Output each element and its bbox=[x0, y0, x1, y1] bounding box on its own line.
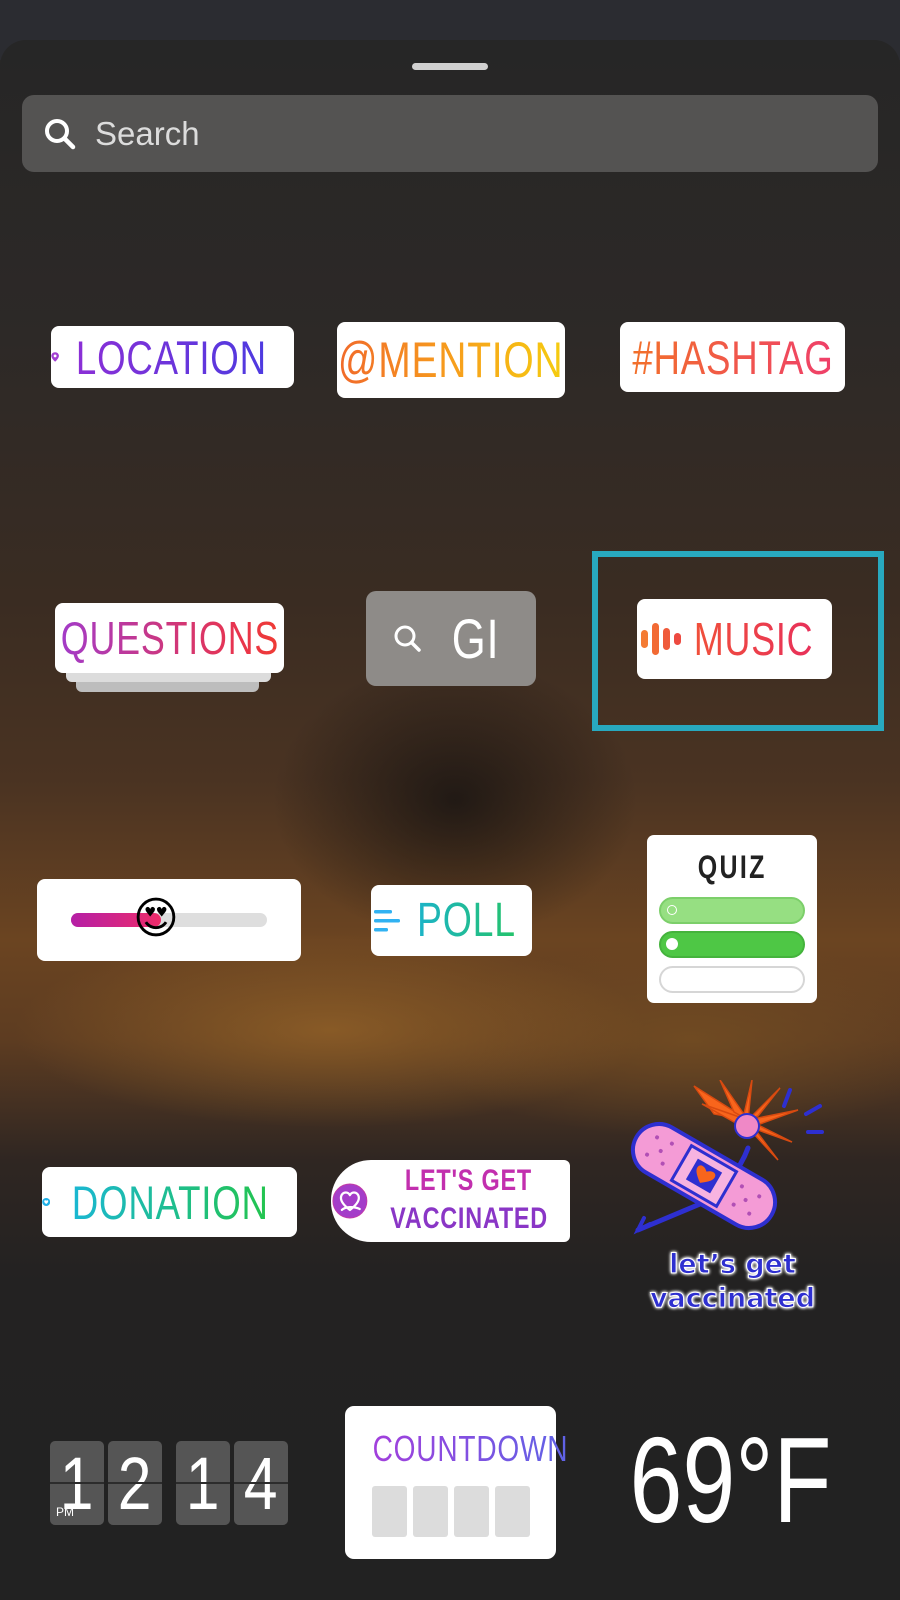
quiz-sticker[interactable]: QUIZ bbox=[647, 835, 817, 1003]
donation-label: DONATION bbox=[72, 1175, 270, 1229]
slider-emoji[interactable]: 😍 bbox=[133, 891, 179, 947]
clock-digit: 1 PM bbox=[50, 1441, 104, 1525]
vaccinated-art-sticker[interactable]: let’s get vaccinated bbox=[630, 1080, 835, 1315]
questions-sticker[interactable]: QUESTIONS bbox=[55, 603, 284, 673]
poll-sticker[interactable]: POLL bbox=[371, 885, 532, 956]
countdown-box bbox=[372, 1486, 407, 1537]
clock-digit: 1 bbox=[176, 1441, 230, 1525]
lets-get-vaccinated-sticker[interactable]: LET'S GET VACCINATED bbox=[331, 1160, 570, 1242]
donation-sticker[interactable]: DONATION bbox=[42, 1167, 297, 1237]
countdown-sticker[interactable]: COUNTDOWN bbox=[345, 1406, 568, 1559]
countdown-box bbox=[495, 1486, 530, 1537]
search-input[interactable] bbox=[93, 113, 857, 154]
mention-sticker[interactable]: @MENTION bbox=[337, 322, 565, 398]
music-sticker[interactable]: MUSIC bbox=[637, 599, 832, 679]
music-label: MUSIC bbox=[693, 613, 814, 665]
heart-icon bbox=[42, 1198, 51, 1206]
gif-label: GI bbox=[451, 607, 500, 670]
gif-sticker[interactable]: GI bbox=[366, 591, 536, 686]
search-bar[interactable] bbox=[22, 95, 878, 172]
temperature-sticker[interactable]: 69°F bbox=[610, 1412, 850, 1548]
quiz-option bbox=[659, 931, 805, 958]
temperature-label: 69°F bbox=[628, 1412, 832, 1548]
vaccinated-art-text: let’s get vaccinated bbox=[649, 1249, 816, 1315]
questions-label: QUESTIONS bbox=[60, 612, 279, 664]
music-waveform-icon bbox=[640, 623, 681, 655]
search-icon bbox=[394, 625, 421, 652]
countdown-box bbox=[454, 1486, 489, 1537]
countdown-box bbox=[413, 1486, 448, 1537]
clock-digit: 4 bbox=[234, 1441, 288, 1525]
countdown-label: COUNTDOWN bbox=[372, 1428, 569, 1469]
time-sticker[interactable]: 1 PM 2 1 4 bbox=[50, 1441, 290, 1525]
location-sticker[interactable]: LOCATION bbox=[51, 326, 294, 388]
lets-get-vaccinated-text: LET'S GET VACCINATED bbox=[390, 1164, 548, 1235]
emoji-slider-sticker[interactable]: 😍 bbox=[37, 879, 301, 961]
poll-label: POLL bbox=[417, 894, 516, 947]
sticker-sheet bbox=[0, 40, 900, 1600]
mention-label: @MENTION bbox=[338, 332, 564, 388]
quiz-option bbox=[659, 897, 805, 924]
quiz-option bbox=[659, 966, 805, 993]
poll-icon bbox=[374, 909, 401, 931]
quiz-title: QUIZ bbox=[697, 849, 767, 885]
clock-digit: 2 bbox=[108, 1441, 162, 1525]
hashtag-label: #HASHTAG bbox=[631, 330, 834, 384]
drag-handle[interactable] bbox=[412, 63, 488, 70]
location-pin-icon bbox=[51, 352, 59, 362]
bandage-flower-icon bbox=[630, 1080, 824, 1235]
hashtag-sticker[interactable]: #HASHTAG bbox=[620, 322, 845, 392]
vaccine-heart-icon bbox=[332, 1183, 368, 1219]
search-icon bbox=[45, 118, 76, 149]
clock-period: PM bbox=[56, 1505, 74, 1519]
location-label: LOCATION bbox=[76, 330, 268, 384]
